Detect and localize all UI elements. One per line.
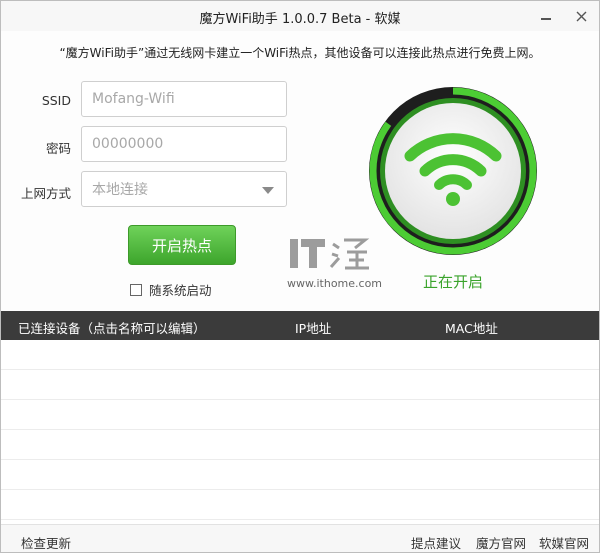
devices-table-header: 已连接设备（点击名称可以编辑） IP地址 MAC地址 bbox=[1, 311, 599, 340]
table-row bbox=[1, 490, 599, 520]
table-row bbox=[1, 400, 599, 430]
start-hotspot-button[interactable]: 开启热点 bbox=[128, 225, 236, 265]
autostart-option[interactable]: 随系统启动 bbox=[130, 280, 212, 299]
ssid-field[interactable] bbox=[81, 81, 287, 117]
autostart-checkbox[interactable] bbox=[130, 283, 142, 296]
minimize-icon bbox=[541, 18, 551, 20]
column-device-name: 已连接设备（点击名称可以编辑） bbox=[18, 321, 206, 336]
ithome-logo-icon bbox=[290, 238, 370, 270]
mode-select[interactable]: 本地连接 bbox=[81, 171, 287, 207]
mode-select-value: 本地连接 bbox=[92, 182, 148, 198]
check-update-link[interactable]: 检查更新 bbox=[21, 533, 71, 552]
devices-table-body bbox=[1, 340, 599, 524]
feedback-link[interactable]: 提点建议 bbox=[411, 533, 461, 552]
progress-ring bbox=[369, 87, 537, 255]
status-ring bbox=[366, 84, 540, 258]
table-row bbox=[1, 460, 599, 490]
column-mac-address: MAC地址 bbox=[445, 321, 498, 336]
mofang-site-link[interactable]: 魔方官网 bbox=[476, 533, 526, 552]
ithome-watermark: www.ithome.com bbox=[287, 234, 382, 290]
close-icon bbox=[576, 11, 586, 21]
table-row bbox=[1, 340, 599, 370]
autostart-label: 随系统启动 bbox=[149, 283, 212, 298]
ruanmei-site-link[interactable]: 软媒官网 bbox=[539, 533, 589, 552]
window-title: 魔方WiFi助手 1.0.0.7 Beta - 软媒 bbox=[199, 12, 401, 27]
intro-text: “魔方WiFi助手”通过无线网卡建立一个WiFi热点，其他设备可以连接此热点进行… bbox=[59, 46, 541, 60]
mode-label: 上网方式 bbox=[20, 186, 71, 201]
ssid-label: SSID bbox=[41, 93, 71, 108]
app-window: 魔方WiFi助手 1.0.0.7 Beta - 软媒 “魔方WiFi助手”通过无… bbox=[0, 0, 600, 553]
close-button[interactable] bbox=[569, 5, 593, 27]
dropdown-arrow-icon[interactable] bbox=[262, 187, 274, 194]
minimize-button[interactable] bbox=[534, 5, 558, 27]
footer-bar: 检查更新 提点建议 魔方官网 软媒官网 bbox=[1, 524, 599, 552]
password-label: 密码 bbox=[45, 141, 71, 156]
ssid-input[interactable] bbox=[92, 91, 272, 107]
password-input[interactable] bbox=[92, 136, 272, 152]
table-row bbox=[1, 430, 599, 460]
password-field[interactable] bbox=[81, 126, 287, 162]
column-ip-address: IP地址 bbox=[295, 321, 332, 336]
status-text: 正在开启 bbox=[422, 273, 483, 291]
table-row bbox=[1, 370, 599, 400]
title-bar[interactable]: 魔方WiFi助手 1.0.0.7 Beta - 软媒 bbox=[1, 1, 599, 31]
